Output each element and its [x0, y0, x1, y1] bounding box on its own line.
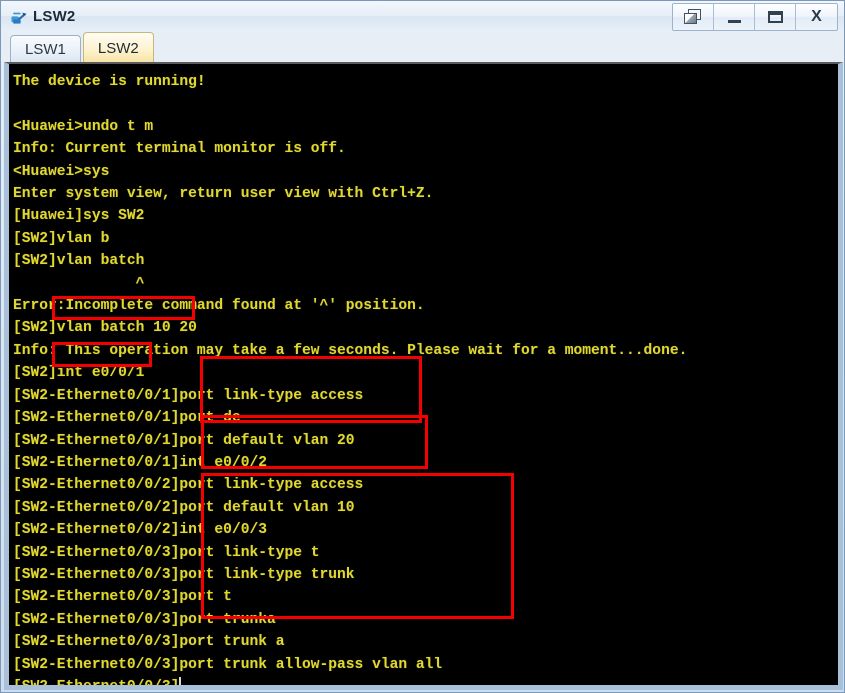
tab-lsw2-label: LSW2: [97, 39, 139, 57]
terminal-frame: The device is running! <Huawei>undo t m …: [4, 62, 843, 690]
close-button[interactable]: X: [796, 4, 837, 30]
tab-lsw1[interactable]: LSW1: [10, 35, 81, 63]
terminal-text: The device is running! <Huawei>undo t m …: [13, 71, 687, 685]
title-bar: LSW2 X: [1, 1, 844, 31]
minimize-icon: [727, 19, 741, 23]
restore-icon: [684, 9, 702, 25]
tab-lsw2[interactable]: LSW2: [82, 32, 154, 63]
switch-device-icon: [11, 12, 27, 24]
terminal-output-area[interactable]: The device is running! <Huawei>undo t m …: [9, 64, 838, 685]
window-title: LSW2: [33, 7, 76, 25]
window-controls: X: [672, 3, 838, 31]
maximize-icon: [767, 11, 783, 23]
maximize-button[interactable]: [755, 4, 796, 30]
restore-button[interactable]: [673, 4, 714, 30]
tab-strip: LSW1 LSW2: [1, 31, 844, 63]
tab-lsw1-label: LSW1: [25, 41, 66, 58]
text-cursor: [179, 676, 182, 685]
minimize-button[interactable]: [714, 4, 755, 30]
console-window: LSW2 X LSW1 LSW2 The device is running! …: [0, 0, 845, 693]
close-icon: X: [811, 8, 822, 25]
